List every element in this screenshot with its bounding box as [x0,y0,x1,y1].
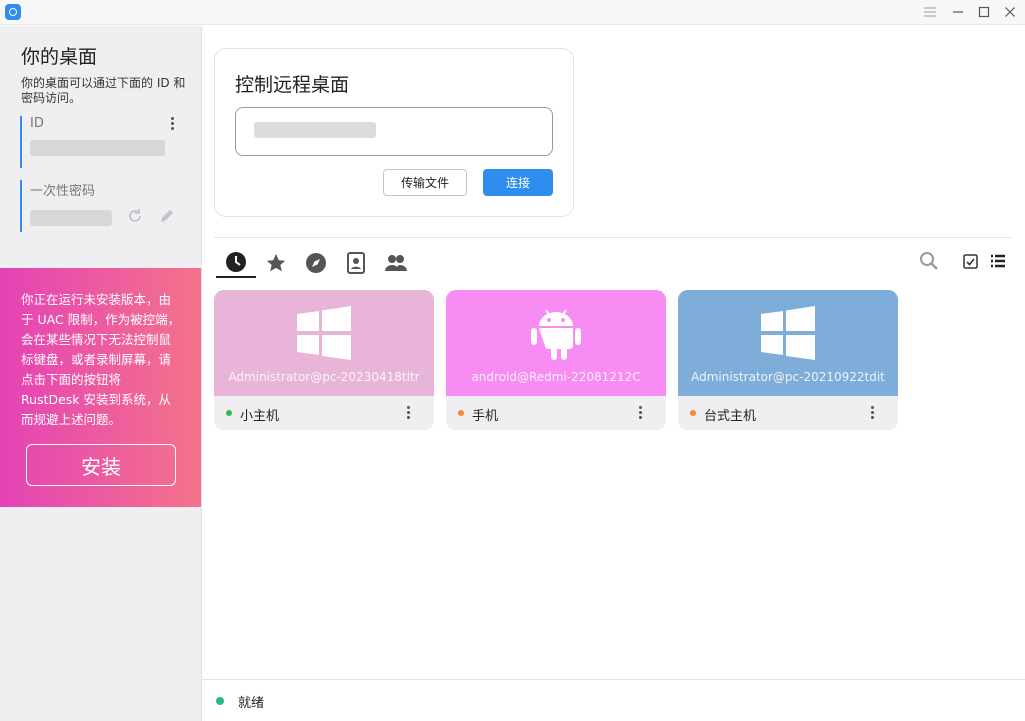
password-label: 一次性密码 [30,184,96,199]
more-icon[interactable] [868,405,878,421]
ready-status-dot [216,697,224,705]
id-label: ID [30,116,44,131]
edit-password-icon[interactable] [158,207,176,225]
online-status-dot [226,410,232,416]
peer-name: 台式主机 [704,409,757,424]
status-text: 就绪 [238,696,265,711]
address-book-icon [347,252,365,274]
windows-icon [297,306,351,360]
title-bar [0,0,1025,25]
clock-icon [226,252,246,272]
id-field: ID [20,116,190,168]
peer-card[interactable]: Administrator@pc-20230418tltr 小主机 [214,290,434,430]
install-warning-panel: 你正在运行未安装版本，由于 UAC 限制，作为被控端，会在某些情况下无法控制鼠标… [0,268,201,507]
divider [214,237,1012,238]
offline-status-dot [458,410,464,416]
remote-id-value-redacted [254,122,376,138]
peer-tabs [216,248,416,280]
rustdesk-logo-icon [5,4,21,20]
refresh-password-icon[interactable] [126,207,144,225]
peer-name: 手机 [472,409,499,424]
peer-host: Administrator@pc-20230418tltr [228,370,420,384]
people-icon [385,255,407,271]
search-icon[interactable] [919,250,939,274]
peer-card[interactable]: Administrator@pc-20210922tdit 台式主机 [678,290,898,430]
android-icon [531,309,581,360]
connect-button[interactable]: 连接 [483,169,553,196]
maximize-button[interactable] [974,3,994,21]
password-field: 一次性密码 [20,180,190,232]
offline-status-dot [690,410,696,416]
minimize-button[interactable] [948,3,968,21]
select-checkbox-icon[interactable] [962,253,980,277]
install-button[interactable]: 安装 [26,444,176,486]
more-icon[interactable] [636,405,646,421]
id-more-icon[interactable] [168,116,178,132]
remote-id-input[interactable] [235,107,553,156]
star-icon [266,253,286,272]
peer-name: 小主机 [240,409,280,424]
password-value-redacted [30,210,112,226]
status-bar: 就绪 [202,679,1025,721]
control-remote-title: 控制远程桌面 [235,74,350,96]
your-desktop-title: 你的桌面 [21,46,98,68]
tab-group[interactable] [376,248,416,278]
tab-discovered[interactable] [296,248,336,278]
peer-host: Administrator@pc-20210922tdit [691,370,885,384]
control-remote-desktop-card: 控制远程桌面 传输文件 连接 [214,48,574,217]
more-icon[interactable] [404,405,414,421]
install-warning-text: 你正在运行未安装版本，由于 UAC 限制，作为被控端，会在某些情况下无法控制鼠标… [21,292,181,427]
your-desktop-description: 你的桌面可以通过下面的 ID 和密码访问。 [21,76,186,105]
tab-favorites[interactable] [256,248,296,278]
windows-icon [761,306,815,360]
peer-host: android@Redmi-22081212C [471,370,641,384]
tab-address-book[interactable] [336,248,376,278]
id-value-redacted [30,140,165,156]
menu-icon[interactable] [920,3,940,21]
list-view-icon[interactable] [990,253,1006,277]
compass-icon [306,253,326,273]
tab-recent[interactable] [216,248,256,278]
close-button[interactable] [1000,3,1020,21]
peer-card[interactable]: android@Redmi-22081212C 手机 [446,290,666,430]
transfer-file-button[interactable]: 传输文件 [383,169,467,196]
sidebar: 你的桌面 你的桌面可以通过下面的 ID 和密码访问。 ID 一次性密码 你正在运… [0,26,202,721]
